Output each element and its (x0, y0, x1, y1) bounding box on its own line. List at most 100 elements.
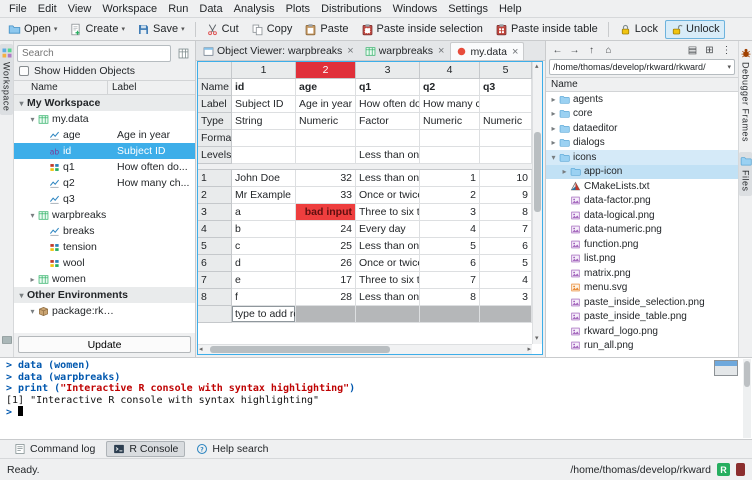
data-cell[interactable]: 28 (296, 289, 356, 306)
meta-cell[interactable]: q1 (356, 79, 420, 96)
meta-cell[interactable]: Numeric (480, 113, 532, 130)
file-item-rkward-logo-png[interactable]: rkward_logo.png (546, 324, 738, 339)
data-cell[interactable]: 2 (420, 187, 480, 204)
menu-workspace[interactable]: Workspace (97, 2, 162, 16)
meta-cell[interactable]: Age in year (296, 96, 356, 113)
expand-arrow-icon[interactable]: ▸ (548, 109, 559, 118)
data-cell[interactable]: b (232, 221, 296, 238)
menu-data[interactable]: Data (194, 2, 227, 16)
tool-tab-r-console[interactable]: R Console (106, 441, 185, 457)
scroll-right-icon[interactable]: ▸ (527, 345, 531, 355)
unlock-button[interactable]: Unlock (665, 20, 725, 39)
scroll-up-icon[interactable]: ▴ (535, 62, 539, 72)
file-item-data-logical-png[interactable]: data-logical.png (546, 208, 738, 223)
tool-tab-command-log[interactable]: Command log (7, 441, 102, 457)
tab-object-viewer-warpbreaks[interactable]: Object Viewer: warpbreaks× (198, 42, 359, 60)
column-header-3[interactable]: 3 (356, 62, 420, 79)
file-item-paste-inside-table-png[interactable]: paste_inside_table.png (546, 310, 738, 325)
file-item-icons[interactable]: ▾icons (546, 150, 738, 165)
path-combo[interactable]: /home/thomas/develop/rkward/rkward/ ▾ (549, 59, 735, 75)
data-cell[interactable]: 24 (296, 221, 356, 238)
meta-cell[interactable]: q2 (420, 79, 480, 96)
file-item-data-factor-png[interactable]: data-factor.png (546, 194, 738, 209)
row-header-2[interactable]: 2 (198, 187, 232, 204)
up-icon[interactable]: ↑ (584, 45, 599, 56)
engine-busy-icon[interactable] (736, 463, 745, 476)
dock-tab-files[interactable]: Files (739, 152, 752, 196)
tree-item-q1[interactable]: q1How often do... (14, 159, 195, 175)
data-cell[interactable]: 5 (480, 255, 532, 272)
row-header-format[interactable]: Format (198, 130, 232, 147)
row-header-name[interactable]: Name (198, 79, 232, 96)
collapse-arrow-icon[interactable]: ▾ (548, 153, 559, 162)
data-cell[interactable]: a (232, 204, 296, 221)
file-item-dataeditor[interactable]: ▸dataeditor (546, 121, 738, 136)
split-view-icon[interactable]: ⊞ (702, 45, 717, 56)
menu-edit[interactable]: Edit (33, 2, 62, 16)
tree-item-id[interactable]: abidSubject ID (14, 143, 195, 159)
data-cell[interactable]: Less than onc... (356, 289, 420, 306)
data-cell[interactable]: 8 (480, 204, 532, 221)
data-cell[interactable]: Less than onc... (356, 238, 420, 255)
row-header-5[interactable]: 5 (198, 238, 232, 255)
data-cell[interactable]: 7 (480, 221, 532, 238)
file-item-function-png[interactable]: function.png (546, 237, 738, 252)
data-cell[interactable]: Three to six ti... (356, 272, 420, 289)
meta-cell[interactable]: q3 (480, 79, 532, 96)
meta-cell[interactable] (420, 147, 480, 164)
file-item-menu-svg[interactable]: menu.svg (546, 281, 738, 296)
data-cell[interactable]: 9 (480, 187, 532, 204)
lock-button[interactable]: Lock (614, 20, 663, 39)
meta-cell[interactable]: String (232, 113, 296, 130)
add-row-cell[interactable]: type to add row (232, 306, 296, 323)
tree-item-women[interactable]: ▸women (14, 271, 195, 287)
row-header-8[interactable]: 8 (198, 289, 232, 306)
tab-warpbreaks[interactable]: warpbreaks× (360, 42, 450, 60)
menu-plots[interactable]: Plots (281, 2, 315, 16)
close-tab-icon[interactable]: × (438, 45, 444, 57)
data-cell[interactable]: Three to six ti... (356, 204, 420, 221)
tree-section-my-workspace[interactable]: ▾My Workspace (14, 95, 195, 111)
data-cell[interactable]: c (232, 238, 296, 255)
data-cell[interactable]: 10 (480, 170, 532, 187)
meta-cell[interactable]: Less than onc... (356, 147, 420, 164)
meta-cell[interactable] (232, 130, 296, 147)
dock-tab-workspace[interactable]: Workspace (0, 44, 13, 115)
column-header-1[interactable]: 1 (232, 62, 296, 79)
row-header-type[interactable]: Type (198, 113, 232, 130)
expand-arrow-icon[interactable]: ▸ (559, 167, 570, 176)
file-item-cmakelists-txt[interactable]: CMakeLists.txt (546, 179, 738, 194)
row-header-3[interactable]: 3 (198, 204, 232, 221)
data-cell[interactable]: 8 (420, 289, 480, 306)
data-cell[interactable]: 7 (420, 272, 480, 289)
tree-item-breaks[interactable]: breaks (14, 223, 195, 239)
dock-tab-bottom[interactable] (1, 334, 13, 349)
back-icon[interactable]: ← (550, 45, 565, 56)
row-header-label[interactable]: Label (198, 96, 232, 113)
scroll-left-icon[interactable]: ◂ (199, 345, 203, 355)
open-button[interactable]: Open▾ (3, 20, 62, 39)
data-cell[interactable]: d (232, 255, 296, 272)
file-item-dialogs[interactable]: ▸dialogs (546, 136, 738, 151)
meta-cell[interactable]: id (232, 79, 296, 96)
meta-cell[interactable]: Numeric (296, 113, 356, 130)
menu-help[interactable]: Help (494, 2, 527, 16)
meta-cell[interactable]: Factor (356, 113, 420, 130)
forward-icon[interactable]: → (567, 45, 582, 56)
meta-cell[interactable]: Subject ID (232, 96, 296, 113)
tab-my-data[interactable]: my.data× (450, 42, 524, 60)
data-cell[interactable]: f (232, 289, 296, 306)
files-column-header[interactable]: Name (546, 77, 738, 92)
data-cell[interactable]: Every day (356, 221, 420, 238)
row-header-1[interactable]: 1 (198, 170, 232, 187)
menu-settings[interactable]: Settings (443, 2, 493, 16)
data-cell[interactable]: 17 (296, 272, 356, 289)
tree-item-q3[interactable]: q3 (14, 191, 195, 207)
data-cell[interactable]: Mr Example (232, 187, 296, 204)
save-button[interactable]: Save▾ (132, 20, 190, 39)
tree-item-package-rkward[interactable]: ▾package:rkward (14, 303, 195, 319)
dock-tab-debugger-frames[interactable]: Debugger Frames (739, 44, 752, 146)
data-cell[interactable]: Once or twice... (356, 187, 420, 204)
data-cell[interactable]: e (232, 272, 296, 289)
collapse-arrow-icon[interactable]: ▾ (27, 211, 38, 220)
